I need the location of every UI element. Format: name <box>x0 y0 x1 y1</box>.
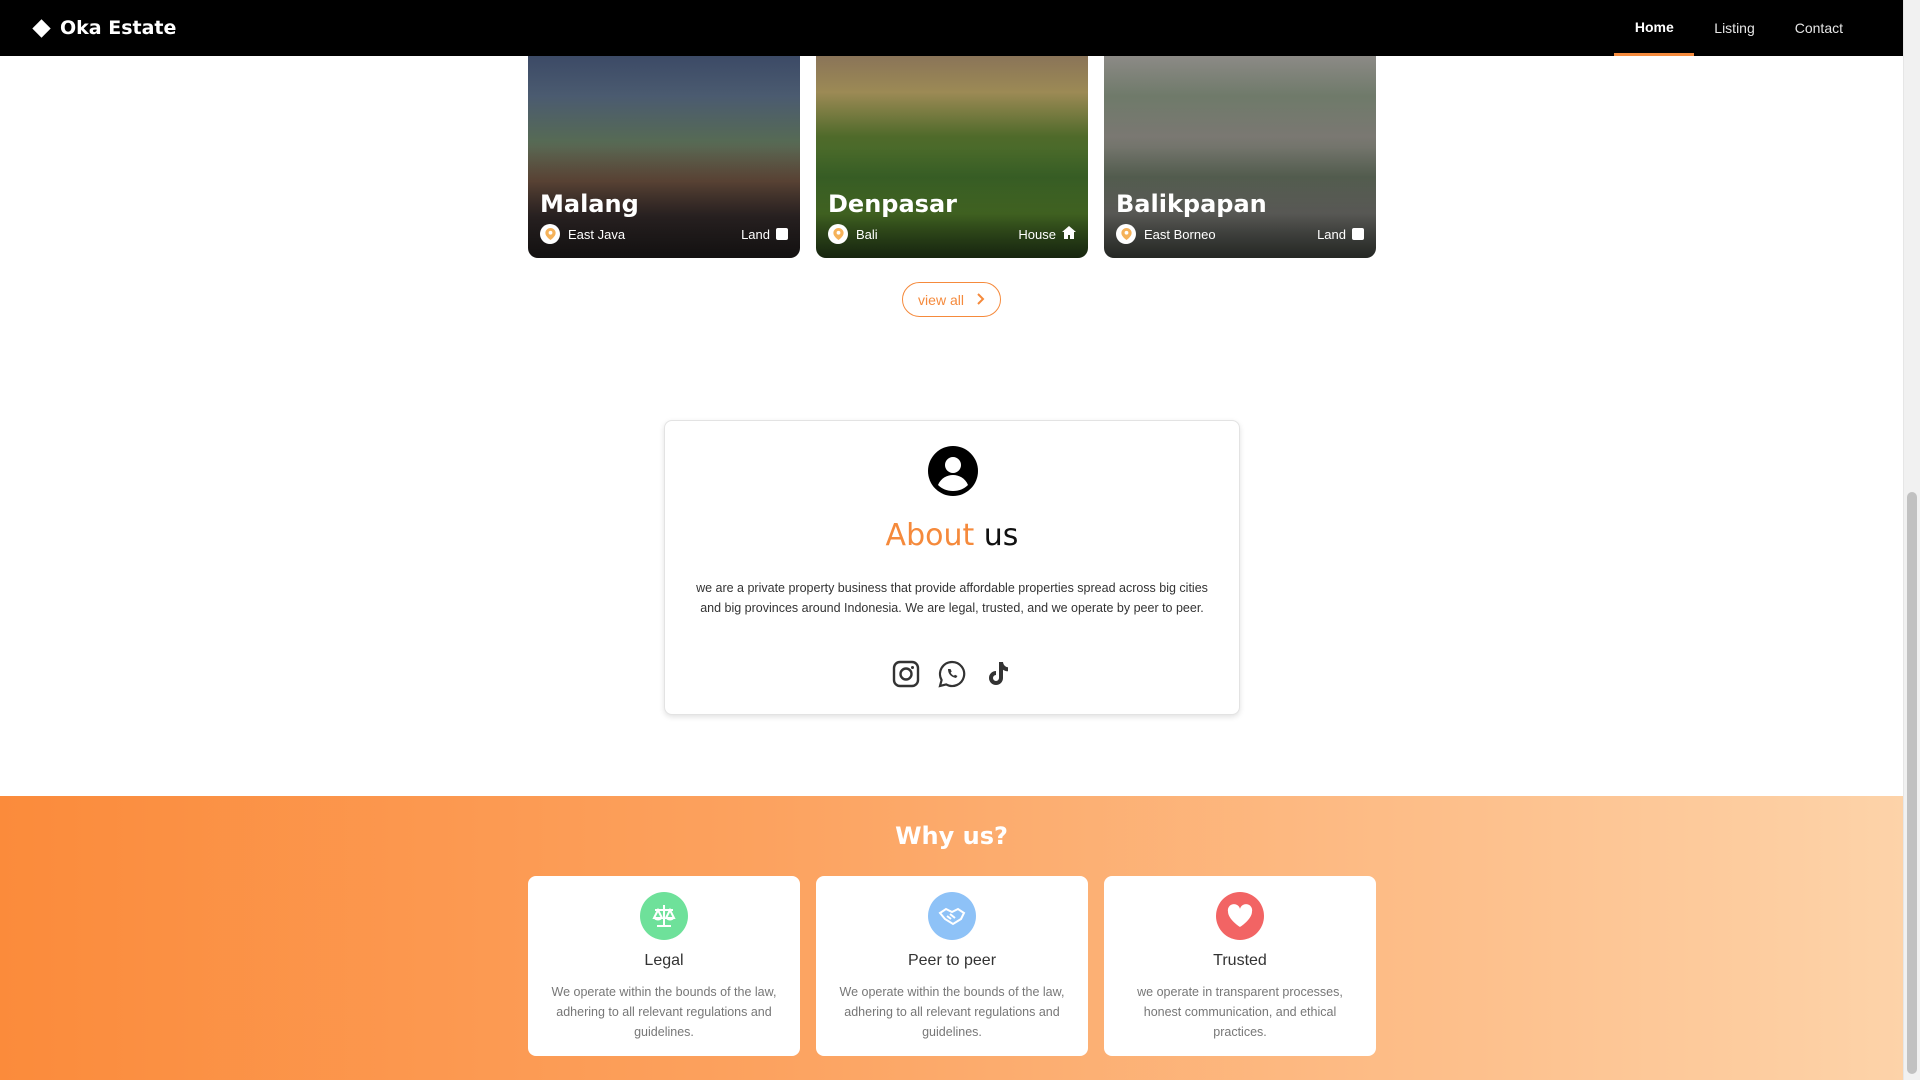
property-type-label: Land <box>1317 226 1346 242</box>
why-us-cards: Legal We operate within the bounds of th… <box>528 876 1376 1056</box>
nav-links: Home Listing Contact <box>1614 0 1863 56</box>
why-us-section: Why us? Legal We operate within the boun… <box>0 796 1903 1080</box>
chevron-right-icon <box>976 292 985 308</box>
property-cards: Malang East Java Land Denpasar Bali Hous… <box>528 56 1376 258</box>
property-card[interactable]: Malang East Java Land <box>528 56 800 258</box>
house-icon <box>1062 226 1076 242</box>
property-region: East Borneo <box>1144 226 1216 242</box>
scale-icon <box>640 892 688 940</box>
location-pin-icon <box>1116 224 1136 244</box>
location-pin-icon <box>828 224 848 244</box>
brand-name: Oka Estate <box>60 17 177 39</box>
property-city: Malang <box>540 190 639 218</box>
brand[interactable]: Oka Estate <box>32 17 176 39</box>
why-us-title: Why us? <box>895 822 1008 850</box>
why-card-peer-to-peer: Peer to peer We operate within the bound… <box>816 876 1088 1056</box>
property-type-label: Land <box>741 226 770 242</box>
view-all-label: view all <box>918 291 964 308</box>
diamond-logo-icon <box>32 18 51 38</box>
tiktok-icon[interactable] <box>984 659 1012 689</box>
property-meta: East Borneo Land <box>1116 224 1364 244</box>
square-icon <box>776 228 788 240</box>
property-meta: Bali House <box>828 224 1076 244</box>
scrollbar-thumb[interactable] <box>1907 492 1917 1074</box>
property-card[interactable]: Denpasar Bali House <box>816 56 1088 258</box>
about-description: we are a private property business that … <box>696 581 1208 615</box>
why-card-title: Trusted <box>1213 952 1267 969</box>
property-meta: East Java Land <box>540 224 788 244</box>
square-icon <box>1352 228 1364 240</box>
property-city: Denpasar <box>828 190 957 218</box>
property-type: Land <box>1317 227 1364 242</box>
view-all-button[interactable]: view all <box>902 282 1001 317</box>
property-city: Balikpapan <box>1116 190 1267 218</box>
nav-link-contact[interactable]: Contact <box>1775 0 1863 56</box>
handshake-icon <box>928 892 976 940</box>
instagram-icon[interactable] <box>892 659 920 689</box>
property-region: East Java <box>568 226 626 242</box>
why-card-trusted: Trusted we operate in transparent proces… <box>1104 876 1376 1056</box>
user-circle-icon <box>928 446 978 496</box>
why-card-legal: Legal We operate within the bounds of th… <box>528 876 800 1056</box>
heart-icon <box>1216 892 1264 940</box>
why-card-title: Peer to peer <box>907 952 997 969</box>
nav-link-listing[interactable]: Listing <box>1694 0 1774 56</box>
property-card[interactable]: Balikpapan East Borneo Land <box>1104 56 1376 258</box>
whatsapp-icon[interactable] <box>938 659 966 689</box>
vertical-scrollbar[interactable] <box>1903 0 1920 1080</box>
about-title: About us <box>665 518 1239 553</box>
social-links <box>665 659 1239 689</box>
property-region: Bali <box>856 226 878 242</box>
location-pin-icon <box>540 224 560 244</box>
about-card: About us we are a private property busin… <box>664 420 1240 715</box>
property-type-label: House <box>1018 226 1056 242</box>
about-title-rest: us <box>983 518 1019 553</box>
why-card-text: We operate within the bounds of the law,… <box>551 985 777 1039</box>
why-card-title: Legal <box>644 952 684 969</box>
nav-link-home[interactable]: Home <box>1614 0 1695 56</box>
top-navbar: Oka Estate Home Listing Contact <box>0 0 1903 56</box>
why-card-text: we operate in transparent processes, hon… <box>1137 985 1343 1039</box>
property-type: House <box>1018 226 1076 242</box>
property-type: Land <box>741 227 788 242</box>
about-title-accent: About <box>885 518 975 553</box>
why-card-text: We operate within the bounds of the law,… <box>839 985 1065 1039</box>
